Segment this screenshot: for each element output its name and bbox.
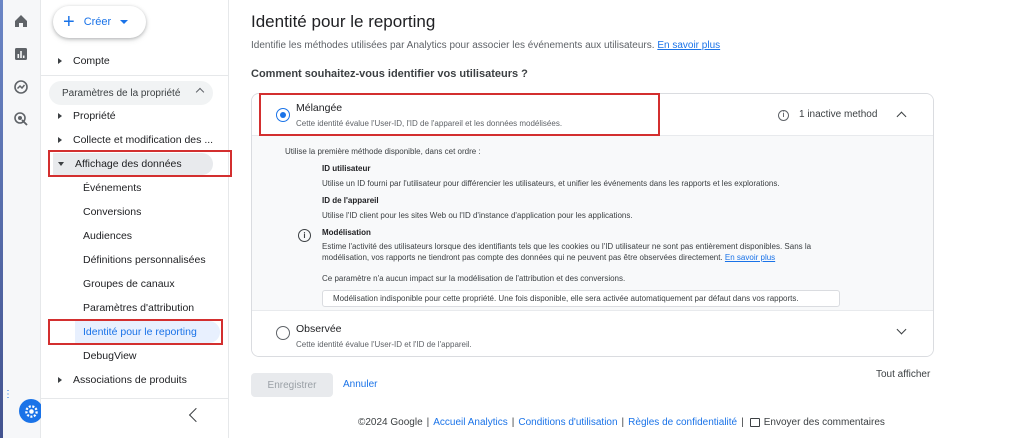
- blended-title: Mélangée: [296, 102, 343, 114]
- page-description: Identifie les méthodes utilisées par Ana…: [251, 40, 720, 51]
- admin-gear-icon[interactable]: [19, 399, 43, 423]
- cancel-button[interactable]: Annuler: [343, 379, 377, 390]
- advertising-icon[interactable]: [8, 106, 34, 132]
- sidebar-item-reporting-identity[interactable]: Identité pour le reporting: [83, 321, 197, 343]
- rail-edge: [0, 0, 3, 438]
- modeling-info-icon: i: [298, 229, 311, 242]
- sidebar-item-audiences[interactable]: Audiences: [83, 225, 132, 247]
- sidebar-item-account[interactable]: Compte: [41, 50, 229, 72]
- explore-icon[interactable]: [8, 74, 34, 100]
- feedback-link[interactable]: Envoyer des commentaires: [764, 417, 885, 428]
- chevron-up-icon[interactable]: [896, 111, 907, 122]
- identity-options-card: Mélangée Cette identité évalue l'User-ID…: [251, 93, 934, 357]
- divider: [41, 75, 229, 76]
- admin-sidebar: + Créer Compte Paramètres de la propriét…: [41, 0, 229, 438]
- analytics-home-link[interactable]: Accueil Analytics: [433, 417, 507, 428]
- nav-rail: ⋮: [0, 0, 43, 438]
- observed-title: Observée: [296, 323, 342, 335]
- collapse-sidebar-icon[interactable]: [188, 407, 204, 423]
- separator: |: [621, 417, 625, 428]
- identity-question: Comment souhaitez-vous identifier vos ut…: [251, 68, 528, 80]
- sidebar-item-label: Affichage des données: [75, 158, 182, 170]
- sidebar-item-conversions[interactable]: Conversions: [83, 201, 141, 223]
- footer: ©2024 Google | Accueil Analytics | Condi…: [358, 417, 885, 428]
- user-id-title: ID utilisateur: [322, 164, 371, 173]
- observed-description: Cette identité évalue l'User-ID et l'ID …: [296, 340, 472, 349]
- chevron-down-icon[interactable]: [896, 324, 907, 335]
- blended-details-panel: Utilise la première méthode disponible, …: [252, 136, 933, 311]
- create-button-label: Créer: [83, 16, 112, 28]
- blended-radio[interactable]: [276, 108, 290, 122]
- sidebar-item-label: Compte: [73, 55, 110, 67]
- modeling-unavailable-notice: Modélisation indisponible pour cette pro…: [322, 290, 840, 307]
- device-id-title: ID de l'appareil: [322, 196, 379, 205]
- modeling-title: Modélisation: [322, 228, 371, 237]
- separator: |: [741, 417, 744, 428]
- copyright: ©2024 Google: [358, 417, 423, 428]
- user-id-description: Utilise un ID fourni par l'utilisateur p…: [322, 179, 780, 188]
- modeling-description-line1: Estime l'activité des utilisateurs lorsq…: [322, 242, 812, 251]
- learn-more-link[interactable]: En savoir plus: [657, 40, 720, 51]
- feedback-icon: [749, 418, 760, 427]
- modeling-description-text: modélisation, vos rapports ne tiendront …: [322, 253, 723, 262]
- property-settings-header[interactable]: Paramètres de la propriété: [49, 81, 213, 105]
- collapse-triangle-icon: [58, 162, 64, 166]
- create-button[interactable]: + Créer: [53, 6, 146, 38]
- blended-description: Cette identité évalue l'User-ID, l'ID de…: [296, 119, 563, 128]
- inactive-method-count: 1 inactive method: [799, 109, 878, 120]
- sidebar-item-events[interactable]: Événements: [83, 177, 141, 199]
- sidebar-item-label: Propriété: [73, 110, 116, 122]
- sidebar-item-custom-definitions[interactable]: Définitions personnalisées: [83, 249, 206, 271]
- sidebar-item-data-collection[interactable]: Collecte et modification des ...: [41, 129, 229, 151]
- sidebar-item-property[interactable]: Propriété: [41, 105, 229, 127]
- option-blended[interactable]: Mélangée Cette identité évalue l'User-ID…: [252, 94, 933, 136]
- rail-drag-handle[interactable]: ⋮: [3, 390, 13, 400]
- sidebar-item-channel-groups[interactable]: Groupes de canaux: [83, 273, 175, 295]
- expand-triangle-icon: [58, 113, 62, 119]
- modeling-learn-more-link[interactable]: En savoir plus: [725, 253, 775, 262]
- sidebar-item-debugview[interactable]: DebugView: [83, 345, 137, 367]
- sidebar-item-attribution-settings[interactable]: Paramètres d'attribution: [83, 297, 194, 319]
- expand-triangle-icon: [58, 137, 62, 143]
- details-intro: Utilise la première méthode disponible, …: [285, 147, 481, 156]
- device-id-description: Utilise l'ID client pour les sites Web o…: [322, 211, 633, 220]
- sidebar-item-label: Associations de produits: [73, 374, 187, 386]
- sidebar-item-label: Collecte et modification des ...: [73, 134, 214, 146]
- section-label: Paramètres de la propriété: [62, 87, 181, 99]
- show-all-link[interactable]: Tout afficher: [876, 369, 930, 380]
- chevron-down-icon: [120, 20, 129, 24]
- home-icon[interactable]: [8, 8, 34, 34]
- sidebar-item-product-links[interactable]: Associations de produits: [41, 369, 229, 391]
- chevron-up-icon: [195, 87, 205, 97]
- description-text: Identifie les méthodes utilisées par Ana…: [251, 40, 655, 51]
- separator: |: [511, 417, 515, 428]
- privacy-link[interactable]: Règles de confidentialité: [628, 417, 737, 428]
- separator: |: [426, 417, 430, 428]
- save-button[interactable]: Enregistrer: [251, 373, 333, 397]
- attribution-note: Ce paramètre n'a aucun impact sur la mod…: [322, 274, 626, 283]
- reports-icon[interactable]: [8, 41, 34, 67]
- divider: [41, 398, 229, 399]
- modeling-description-line2: modélisation, vos rapports ne tiendront …: [322, 252, 775, 263]
- plus-icon: +: [63, 11, 75, 33]
- sidebar-item-data-display[interactable]: Affichage des données: [41, 153, 229, 175]
- option-observed[interactable]: Observée Cette identité évalue l'User-ID…: [252, 312, 933, 356]
- page-title: Identité pour le reporting: [251, 12, 436, 31]
- expand-triangle-icon: [58, 377, 62, 383]
- expand-triangle-icon: [58, 58, 62, 64]
- observed-radio[interactable]: [276, 326, 290, 340]
- terms-link[interactable]: Conditions d'utilisation: [518, 417, 617, 428]
- info-icon: i: [778, 110, 789, 121]
